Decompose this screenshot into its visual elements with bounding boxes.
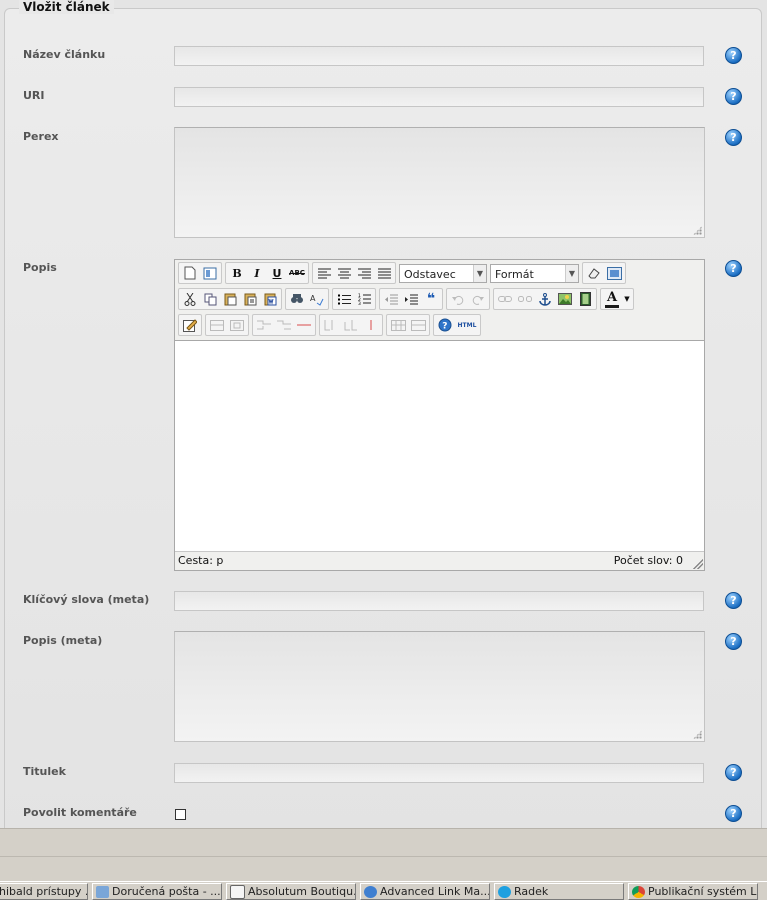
browser-statusbar: [0, 856, 767, 882]
svg-text:A: A: [310, 294, 316, 303]
fieldset-legend: Vložit článek: [19, 0, 114, 14]
envelope-icon: [230, 884, 245, 899]
browser-status-band: [0, 828, 767, 857]
row-before-icon[interactable]: [254, 316, 274, 334]
delete-row-red-icon[interactable]: [294, 316, 314, 334]
replace-icon[interactable]: A: [307, 290, 327, 308]
help-icon[interactable]: ?: [725, 88, 742, 105]
chevron-down-icon: ▼: [473, 264, 486, 282]
numbered-list-icon[interactable]: 123: [354, 290, 374, 308]
allow-comments-checkbox[interactable]: [175, 809, 186, 820]
style-format-select[interactable]: Formát ▼: [490, 263, 579, 283]
col-after-icon[interactable]: [341, 316, 361, 334]
taskbar-item[interactable]: Publikační systém L...: [628, 883, 758, 900]
word-count: Počet slov: 0: [613, 554, 683, 567]
help-icon[interactable]: ?: [725, 592, 742, 609]
align-right-icon[interactable]: [354, 264, 374, 282]
underline-button[interactable]: U: [267, 264, 287, 282]
html-source-button[interactable]: HTML: [455, 316, 479, 334]
svg-text:3: 3: [358, 301, 361, 305]
taskbar-item[interactable]: Advanced Link Ma...: [360, 883, 490, 900]
fullscreen-icon[interactable]: [604, 264, 624, 282]
perex-textarea[interactable]: [174, 127, 705, 238]
meta-description-textarea[interactable]: [174, 631, 705, 742]
copy-icon[interactable]: [200, 290, 220, 308]
template-icon[interactable]: [200, 264, 220, 282]
svg-text:?: ?: [442, 322, 447, 332]
blockquote-icon[interactable]: ❝: [421, 290, 441, 308]
help-editor-icon[interactable]: ?: [435, 316, 455, 334]
font-color-button[interactable]: A: [605, 290, 619, 308]
chrome-icon: [632, 885, 645, 898]
label-meta-description: Popis (meta): [23, 634, 103, 647]
cut-icon[interactable]: [180, 290, 200, 308]
link-icon[interactable]: [495, 290, 515, 308]
article-title-input[interactable]: [174, 46, 704, 66]
row-after-icon[interactable]: [274, 316, 294, 334]
rich-text-editor: B I U ABC Odstavec ▼ Formát ▼ A 1 2 3 ❝ …: [174, 259, 705, 571]
indent-icon[interactable]: [401, 290, 421, 308]
find-icon[interactable]: [287, 290, 307, 308]
bullet-list-icon[interactable]: [334, 290, 354, 308]
help-icon[interactable]: ?: [725, 129, 742, 146]
mail-icon: [96, 885, 109, 898]
redo-icon[interactable]: [468, 290, 488, 308]
label-keywords: Klíčový slova (meta): [23, 593, 150, 606]
col-before-icon[interactable]: [321, 316, 341, 334]
edit-css-icon[interactable]: [180, 316, 200, 334]
taskbar-item[interactable]: Radek: [494, 883, 624, 900]
browser-icon: [364, 885, 377, 898]
label-title: Název článku: [23, 48, 106, 61]
help-icon[interactable]: ?: [725, 805, 742, 822]
paste-text-icon[interactable]: [240, 290, 260, 308]
undo-icon[interactable]: [448, 290, 468, 308]
media-icon[interactable]: [575, 290, 595, 308]
label-allow-comments: Povolit komentáře: [23, 806, 137, 819]
label-uri: URI: [23, 89, 45, 102]
image-icon[interactable]: [555, 290, 575, 308]
editor-path: Cesta: p: [178, 554, 224, 567]
help-icon[interactable]: ?: [725, 260, 742, 277]
split-cells-icon[interactable]: [388, 316, 408, 334]
insert-row-icon[interactable]: [207, 316, 227, 334]
outdent-icon[interactable]: [381, 290, 401, 308]
align-left-icon[interactable]: [314, 264, 334, 282]
align-center-icon[interactable]: [334, 264, 354, 282]
taskbar-item[interactable]: Absolutum Boutiqu...: [226, 883, 356, 900]
help-icon[interactable]: ?: [725, 633, 742, 650]
paste-icon[interactable]: [220, 290, 240, 308]
resize-grip-icon[interactable]: [693, 559, 703, 569]
eraser-icon[interactable]: [584, 264, 604, 282]
taskbar-item[interactable]: Doručená pošta - ...: [92, 883, 222, 900]
meta-keywords-input[interactable]: [174, 591, 704, 611]
titulek-input[interactable]: [174, 763, 704, 783]
label-titulek: Titulek: [23, 765, 66, 778]
resize-grip-icon[interactable]: [693, 226, 702, 235]
uri-input[interactable]: [174, 87, 704, 107]
paste-word-icon[interactable]: [260, 290, 280, 308]
editor-content-area[interactable]: [175, 340, 704, 552]
label-popis: Popis: [23, 261, 57, 274]
help-icon[interactable]: ?: [725, 47, 742, 64]
italic-button[interactable]: I: [247, 264, 267, 282]
skype-icon: [498, 885, 511, 898]
label-perex: Perex: [23, 130, 59, 143]
merge-cells-icon[interactable]: [408, 316, 428, 334]
block-format-select[interactable]: Odstavec ▼: [399, 263, 487, 283]
delete-col-icon[interactable]: [361, 316, 381, 334]
resize-grip-icon[interactable]: [693, 730, 702, 739]
windows-taskbar: hibald prístupy ... Doručená pošta - ...…: [0, 881, 767, 900]
help-icon[interactable]: ?: [725, 764, 742, 781]
unlink-icon[interactable]: [515, 290, 535, 308]
align-justify-icon[interactable]: [374, 264, 394, 282]
strikethrough-button[interactable]: ABC: [287, 264, 307, 282]
anchor-icon[interactable]: [535, 290, 555, 308]
new-document-icon[interactable]: [180, 264, 200, 282]
chevron-down-icon[interactable]: ▼: [622, 290, 632, 308]
taskbar-item[interactable]: hibald prístupy ...: [0, 883, 88, 900]
chevron-down-icon: ▼: [565, 264, 578, 282]
delete-row-icon[interactable]: [227, 316, 247, 334]
bold-button[interactable]: B: [227, 264, 247, 282]
